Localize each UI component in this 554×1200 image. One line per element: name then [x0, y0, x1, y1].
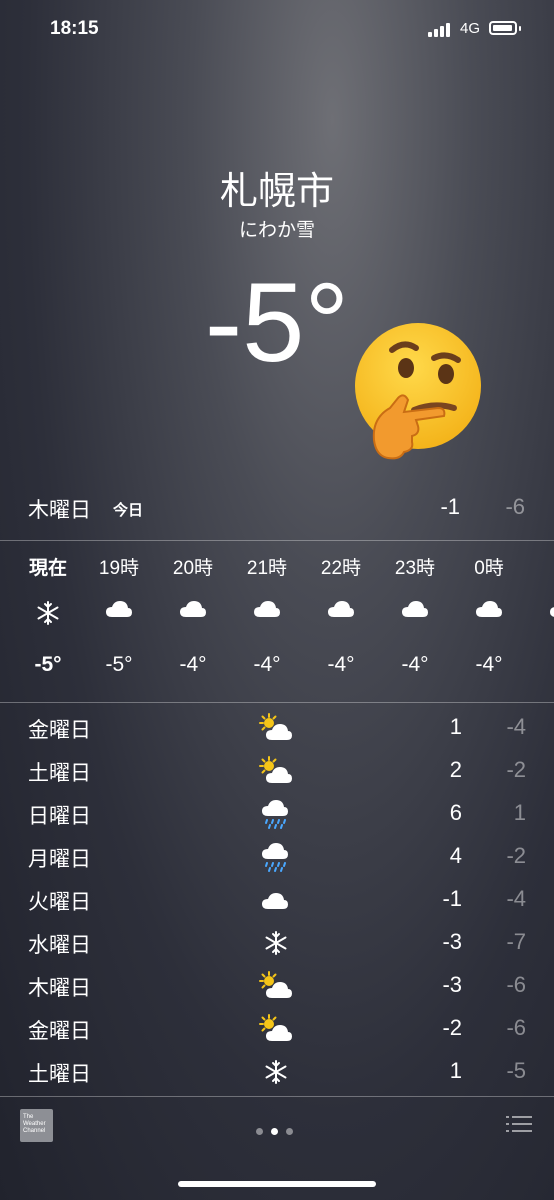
status-time: 18:15 — [50, 18, 99, 39]
page-dot-active — [271, 1128, 278, 1135]
daily-row: 火曜日 -1 -4 — [0, 878, 554, 921]
day-high: 6 — [449, 800, 462, 825]
page-dot — [286, 1128, 293, 1135]
today-low: -6 — [505, 494, 525, 519]
day-low: -5 — [506, 1058, 526, 1083]
battery-tip — [519, 26, 521, 31]
weather-channel-logo[interactable]: The Weather Channel — [20, 1109, 53, 1142]
day-high: 4 — [449, 843, 462, 868]
divider-mid — [0, 702, 554, 703]
cloud-icon — [252, 599, 282, 623]
day-name: 金曜日 — [28, 1019, 91, 1043]
divider-top — [0, 540, 554, 541]
sun-cloud-icon — [258, 970, 294, 1002]
today-high: -1 — [440, 494, 460, 519]
day-name: 水曜日 — [28, 933, 91, 957]
divider-bottom — [0, 1096, 554, 1097]
today-badge: 今日 — [113, 501, 144, 519]
day-low: -7 — [506, 929, 526, 954]
sun-cloud-icon — [258, 755, 294, 787]
rain-cloud-icon — [258, 798, 294, 830]
day-name: 木曜日 — [28, 976, 91, 1000]
day-high: -2 — [442, 1015, 462, 1040]
snowflake-icon — [34, 599, 62, 631]
rain-cloud-icon — [258, 841, 294, 873]
daily-row: 日曜日 6 1 — [0, 792, 554, 835]
day-low: -2 — [506, 843, 526, 868]
daily-forecast[interactable]: 金曜日 1 -4 土曜日 2 -2 日曜日 6 1 月曜日 4 -2 火曜日 -1 -4 水曜日 -3 -7 木曜日… — [0, 706, 554, 1094]
daily-row: 土曜日 2 -2 — [0, 749, 554, 792]
cloud-icon — [326, 599, 356, 623]
day-high: 1 — [449, 714, 462, 739]
today-day: 木曜日 — [28, 498, 91, 522]
hourly-forecast[interactable]: 現在 -5° 19時 -5° 20時 -4° 21時 -4° 22時 -4° 2… — [0, 553, 554, 693]
day-name: 金曜日 — [28, 718, 91, 742]
battery-icon — [489, 21, 517, 35]
cloud-icon — [400, 599, 430, 623]
weather-condition: にわか雪 — [238, 219, 315, 241]
home-indicator[interactable] — [178, 1181, 376, 1187]
list-icon[interactable] — [506, 1114, 532, 1134]
cloud-icon — [474, 599, 504, 623]
day-name: 火曜日 — [28, 890, 91, 914]
city-name: 札幌市 — [219, 169, 334, 213]
day-low: 1 — [513, 800, 526, 825]
cloud-icon — [548, 599, 554, 623]
day-low: -2 — [506, 757, 526, 782]
daily-row: 木曜日 -3 -6 — [0, 964, 554, 1007]
signal-icon — [428, 23, 454, 37]
page-dot — [256, 1128, 263, 1135]
cloud-icon — [258, 884, 294, 916]
day-low: -4 — [506, 886, 526, 911]
daily-row: 水曜日 -3 -7 — [0, 921, 554, 964]
daily-row: 金曜日 1 -4 — [0, 706, 554, 749]
day-low: -6 — [506, 1015, 526, 1040]
thinking-face-icon — [355, 323, 481, 460]
day-name: 土曜日 — [28, 1062, 91, 1086]
daily-row: 土曜日 1 -5 — [0, 1050, 554, 1093]
day-high: -3 — [442, 972, 462, 997]
day-high: -3 — [442, 929, 462, 954]
day-low: -4 — [506, 714, 526, 739]
day-high: 1 — [449, 1058, 462, 1083]
day-name: 日曜日 — [28, 804, 91, 828]
snowflake-icon — [258, 1056, 294, 1088]
network-type: 4G — [460, 20, 481, 37]
day-name: 土曜日 — [28, 761, 91, 785]
sun-cloud-icon — [258, 712, 294, 744]
page-indicator[interactable] — [256, 1120, 301, 1139]
cloud-icon — [178, 599, 208, 623]
daily-row: 月曜日 4 -2 — [0, 835, 554, 878]
cloud-icon — [104, 599, 134, 623]
sun-cloud-icon — [258, 1013, 294, 1045]
day-high: 2 — [449, 757, 462, 782]
day-low: -6 — [506, 972, 526, 997]
snowflake-icon — [258, 927, 294, 959]
day-high: -1 — [442, 886, 462, 911]
day-name: 月曜日 — [28, 847, 91, 871]
daily-row: 金曜日 -2 -6 — [0, 1007, 554, 1050]
